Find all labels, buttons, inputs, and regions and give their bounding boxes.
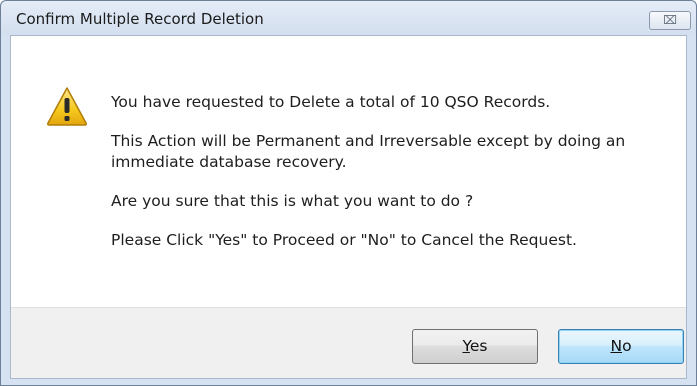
confirm-dialog: Confirm Multiple Record Deletion ⌧ You h… (0, 0, 697, 386)
message-confirm-question: Are you sure that this is what you want … (111, 192, 474, 210)
button-bar: Yes No (11, 307, 686, 378)
close-button[interactable]: ⌧ (649, 11, 691, 30)
no-button-label: No (610, 337, 632, 355)
message-area: You have requested to Delete a total of … (111, 92, 671, 269)
dialog-body: You have requested to Delete a total of … (10, 35, 687, 379)
title-bar[interactable]: Confirm Multiple Record Deletion ⌧ (1, 1, 696, 35)
close-icon: ⌧ (663, 13, 677, 27)
yes-button[interactable]: Yes (412, 329, 538, 364)
warning-triangle-icon (46, 87, 88, 126)
no-button[interactable]: No (558, 329, 684, 364)
window-title: Confirm Multiple Record Deletion (16, 10, 264, 28)
message-instructions: Please Click "Yes" to Proceed or "No" to… (111, 231, 577, 249)
yes-button-label: Yes (462, 337, 488, 355)
message-permanent-warning: This Action will be Permanent and Irreve… (111, 132, 626, 171)
message-record-count: You have requested to Delete a total of … (111, 93, 551, 111)
